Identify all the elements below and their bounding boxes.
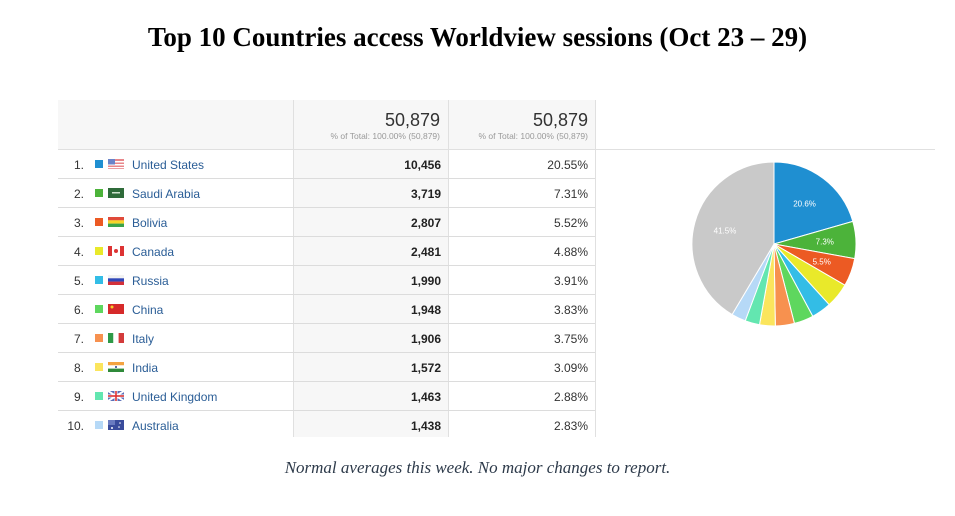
- page-title: Top 10 Countries access Worldview sessio…: [147, 22, 808, 52]
- canada-flag-icon: [108, 246, 124, 256]
- country-link[interactable]: United Kingdom: [132, 390, 217, 404]
- india-flag-icon: [108, 362, 124, 372]
- percent-value: 20.55%: [547, 158, 588, 172]
- table-row: 4. Canada 2,481 4.88%: [58, 237, 595, 266]
- table-row: 10. Australia 1,438 2.83%: [58, 411, 595, 440]
- table-row: 8. India 1,572 3.09%: [58, 353, 595, 382]
- pie-slice-label: 41.5%: [714, 227, 737, 236]
- legend-swatch: [95, 189, 103, 197]
- sessions-value: 2,481: [410, 245, 441, 259]
- pie-slice-label: 20.6%: [793, 199, 816, 208]
- row-rank: 2.: [73, 187, 84, 201]
- sessions-value: 1,948: [410, 303, 441, 317]
- percent-header: 50,879 % of Total: 100.00% (50,879): [450, 110, 588, 142]
- table-row: 3. Bolivia 2,807 5.52%: [58, 208, 595, 237]
- russia-flag-icon: [108, 275, 124, 285]
- percent-total: 50,879: [532, 110, 588, 130]
- percent-value: 3.09%: [553, 361, 588, 375]
- table-row: 9. United Kingdom 1,463 2.88%: [58, 382, 595, 411]
- sessions-value: 1,572: [410, 361, 441, 375]
- row-rank: 7.: [73, 332, 84, 346]
- percent-value: 7.31%: [553, 187, 588, 201]
- legend-swatch: [95, 334, 103, 342]
- table-row: 6. China 1,948 3.83%: [58, 295, 595, 324]
- row-rank: 3.: [73, 216, 84, 230]
- country-link[interactable]: Saudi Arabia: [132, 187, 200, 201]
- table-row: 1. United States 10,456 20.55%: [58, 150, 595, 179]
- row-rank: 5.: [73, 274, 84, 288]
- row-rank: 8.: [73, 361, 84, 375]
- legend-swatch: [95, 305, 103, 313]
- sessions-value: 1,463: [410, 390, 441, 404]
- percent-value: 3.75%: [553, 332, 588, 346]
- percent-total-sub: % of Total: 100.00% (50,879): [478, 131, 588, 141]
- legend-swatch: [95, 276, 103, 284]
- sessions-header: 50,879 % of Total: 100.00% (50,879): [296, 110, 440, 142]
- row-rank: 1.: [73, 158, 84, 172]
- country-link[interactable]: Australia: [132, 419, 179, 433]
- country-link[interactable]: United States: [132, 158, 204, 172]
- percent-value: 4.88%: [553, 245, 588, 259]
- pie-slice-label: 5.5%: [813, 258, 831, 267]
- row-rank: 10.: [67, 419, 84, 433]
- percent-value: 2.88%: [553, 390, 588, 404]
- legend-swatch: [95, 247, 103, 255]
- sessions-total-sub: % of Total: 100.00% (50,879): [330, 131, 440, 141]
- legend-swatch: [95, 218, 103, 226]
- sessions-value: 1,990: [410, 274, 441, 288]
- sessions-value: 2,807: [410, 216, 441, 230]
- country-link[interactable]: Bolivia: [132, 216, 167, 230]
- sessions-value: 3,719: [410, 187, 441, 201]
- sessions-pie-chart: 20.6% 7.3% 5.5% 41.5%: [691, 161, 857, 327]
- percent-value: 5.52%: [553, 216, 588, 230]
- legend-swatch: [95, 421, 103, 429]
- sessions-total: 50,879: [384, 110, 440, 130]
- table-row: 5. Russia 1,990 3.91%: [58, 266, 595, 295]
- sessions-value: 1,438: [410, 419, 441, 433]
- country-link[interactable]: India: [132, 361, 158, 375]
- saudi-arabia-flag-icon: [108, 188, 124, 198]
- sessions-value: 10,456: [404, 158, 441, 172]
- legend-swatch: [95, 363, 103, 371]
- row-rank: 6.: [73, 303, 84, 317]
- china-flag-icon: [108, 304, 124, 314]
- country-link[interactable]: Canada: [132, 245, 174, 259]
- pie-slice-label: 7.3%: [816, 237, 834, 246]
- percent-value: 2.83%: [553, 419, 588, 433]
- bolivia-flag-icon: [108, 217, 124, 227]
- column-divider: [595, 100, 596, 437]
- us-flag-icon: [108, 159, 124, 169]
- table-row: 2. Saudi Arabia 3,719 7.31%: [58, 179, 595, 208]
- row-rank: 4.: [73, 245, 84, 259]
- legend-swatch: [95, 392, 103, 400]
- italy-flag-icon: [108, 333, 124, 343]
- table-row: 7. Italy 1,906 3.75%: [58, 324, 595, 353]
- row-rank: 9.: [73, 390, 84, 404]
- percent-value: 3.83%: [553, 303, 588, 317]
- country-link[interactable]: China: [132, 303, 163, 317]
- uk-flag-icon: [108, 391, 124, 401]
- caption: Normal averages this week. No major chan…: [284, 458, 671, 477]
- percent-value: 3.91%: [553, 274, 588, 288]
- country-link[interactable]: Russia: [132, 274, 169, 288]
- country-link[interactable]: Italy: [132, 332, 154, 346]
- legend-swatch: [95, 160, 103, 168]
- sessions-value: 1,906: [410, 332, 441, 346]
- australia-flag-icon: [108, 420, 124, 430]
